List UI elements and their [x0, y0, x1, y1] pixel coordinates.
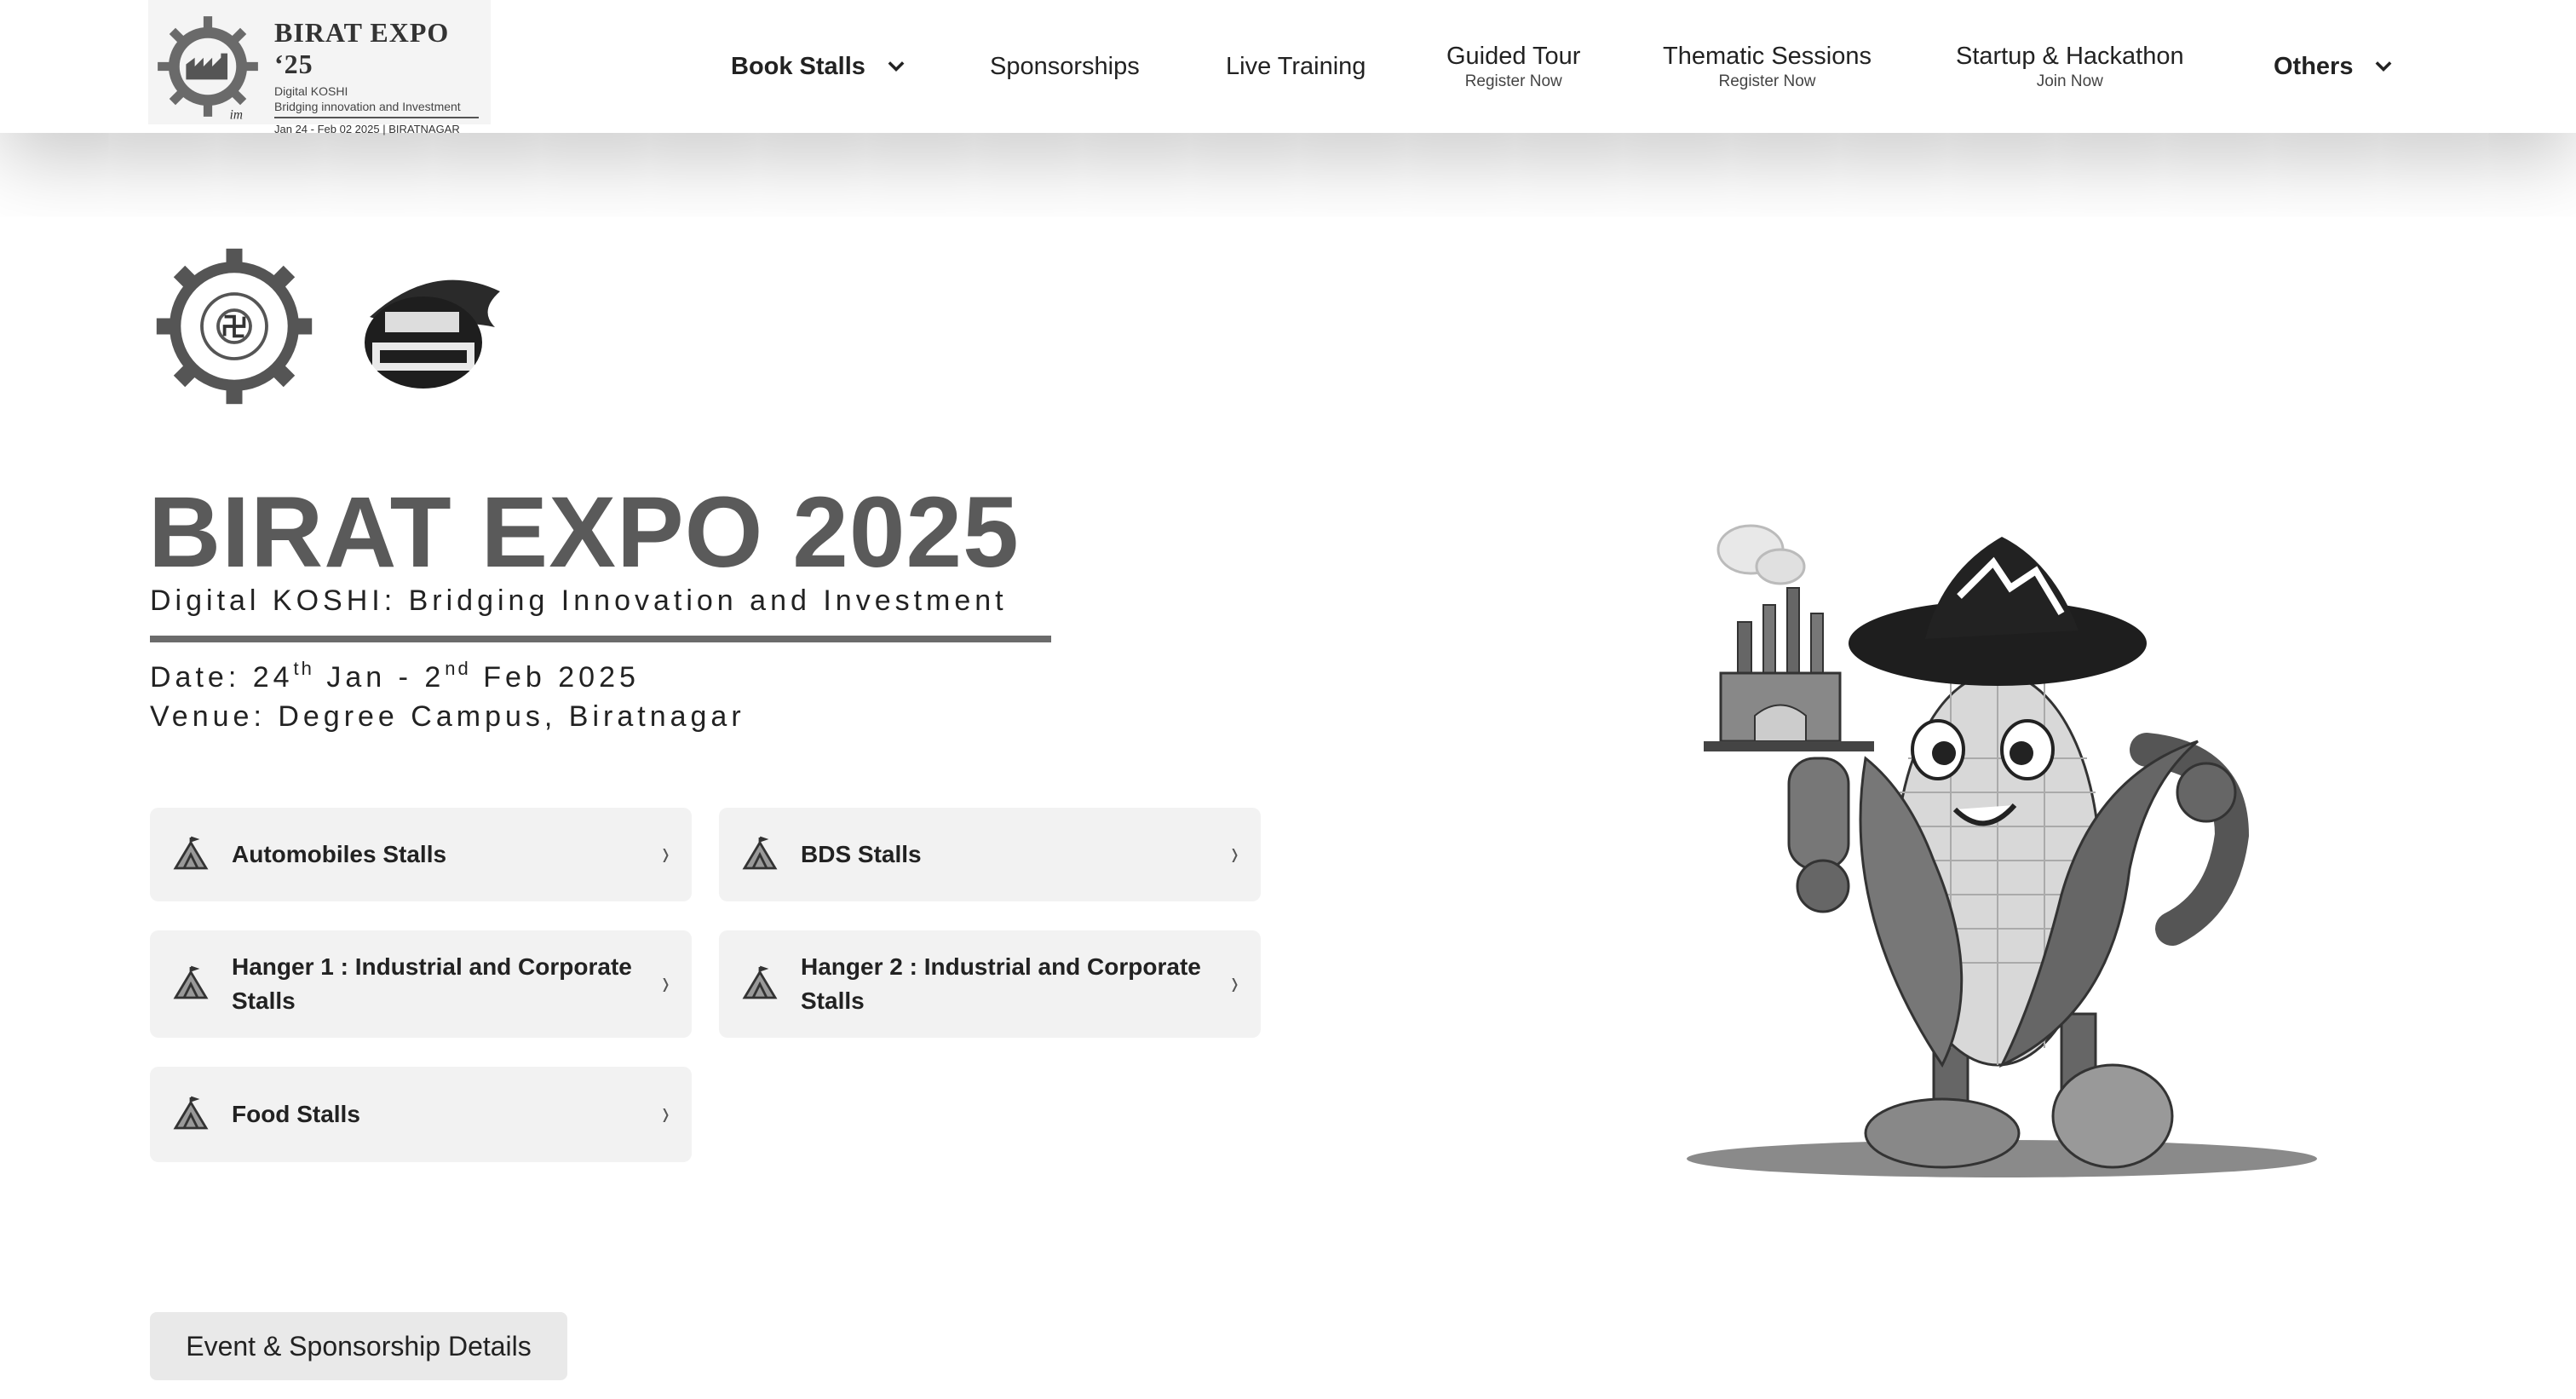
nav-others-label: Others [2274, 52, 2354, 80]
svg-text:im: im [230, 107, 243, 121]
logo-line2: Bridging innovation and Investment [274, 100, 461, 113]
stall-card-hanger-1[interactable]: Hanger 1 : Industrial and Corporate Stal… [150, 930, 692, 1038]
chevron-down-icon [2376, 61, 2392, 72]
event-date: Date: 24th Jan - 2nd Feb 2025 [150, 658, 640, 694]
stall-card-hanger-2[interactable]: Hanger 2 : Industrial and Corporate Stal… [719, 930, 1261, 1038]
nav-startup-label: Startup & Hackathon [1956, 42, 2184, 70]
date-sup-1: th [293, 658, 314, 679]
chevron-right-icon: ❭ [659, 848, 671, 862]
chevron-right-icon: ❭ [659, 977, 671, 992]
logo-line1: Digital KOSHI [274, 84, 348, 98]
stall-card-label: Automobiles Stalls [232, 841, 447, 867]
nav-others[interactable]: Others [2274, 0, 2395, 133]
nav-sponsorships-label: Sponsorships [990, 52, 1140, 80]
chevron-right-icon: ❭ [659, 1108, 671, 1122]
nav-guided-tour[interactable]: Guided Tour Register Now [1446, 0, 1580, 133]
nav-live-training-label: Live Training [1226, 52, 1366, 80]
page-subtitle: Digital KOSHI: Bridging Innovation and I… [150, 584, 1008, 617]
title-divider [150, 636, 1051, 642]
nav-guided-tour-label: Guided Tour [1446, 42, 1581, 70]
logo-divider [274, 117, 479, 118]
factory-icon [1704, 524, 1874, 751]
nav-book-stalls-label: Book Stalls [731, 52, 865, 80]
date-mid: Jan - 2 [313, 661, 446, 694]
gear-logo-icon: im [158, 16, 258, 121]
chevron-down-icon [888, 61, 905, 72]
tent-icon [742, 836, 778, 870]
event-sponsorship-details-button[interactable]: Event & Sponsorship Details [150, 1312, 567, 1380]
stall-card-label: Hanger 2 : Industrial and Corporate Stal… [801, 953, 1201, 1014]
logo-title: BIRAT EXPO ‘25 [274, 17, 450, 79]
nav-startup-sub: Join Now [2036, 72, 2103, 90]
nav-thematic-sessions[interactable]: Thematic Sessions Register Now [1663, 0, 1872, 133]
chamber-of-industries-logo [156, 248, 313, 405]
page-title: BIRAT EXPO 2025 [148, 476, 1020, 589]
tent-icon [173, 836, 209, 870]
tent-icon [173, 965, 209, 999]
stall-card-label: Hanger 1 : Industrial and Corporate Stal… [232, 953, 632, 1014]
nav-guided-tour-sub: Register Now [1464, 72, 1562, 90]
stall-card-bds[interactable]: BDS Stalls ❭ [719, 808, 1261, 901]
stall-card-food[interactable]: Food Stalls ❭ [150, 1067, 692, 1162]
nav-startup-hackathon[interactable]: Startup & Hackathon Join Now [1956, 0, 2184, 133]
nav-live-training[interactable]: Live Training [1226, 0, 1366, 133]
logo-text: BIRAT EXPO ‘25 Digital KOSHI Bridging in… [274, 17, 491, 135]
nav-book-stalls[interactable]: Book Stalls [731, 0, 908, 133]
chevron-right-icon: ❭ [1228, 848, 1240, 862]
event-venue: Venue: Degree Campus, Biratnagar [150, 700, 745, 733]
chevron-right-icon: ❭ [1228, 977, 1240, 992]
date-suffix: Feb 2025 [470, 661, 640, 694]
mero-desh-mero-utpadan-logo [365, 279, 500, 389]
stall-card-automobiles[interactable]: Automobiles Stalls ❭ [150, 808, 692, 901]
corn-robot-mascot-illustration [1687, 524, 2317, 1177]
site-logo[interactable]: im BIRAT EXPO ‘25 Digital KOSHI Bridging… [148, 0, 491, 135]
nav-thematic-sessions-label: Thematic Sessions [1663, 42, 1872, 70]
date-sup-2: nd [445, 658, 471, 679]
nav-thematic-sessions-sub: Register Now [1718, 72, 1816, 90]
stall-card-label: BDS Stalls [801, 841, 922, 867]
date-prefix: Date: 24 [150, 661, 294, 694]
nav-sponsorships[interactable]: Sponsorships [990, 0, 1140, 133]
tent-icon [742, 965, 778, 999]
stall-card-label: Food Stalls [232, 1101, 360, 1127]
logo-dates: Jan 24 - Feb 02 2025 | BIRATNAGAR [274, 123, 460, 135]
site-header: im BIRAT EXPO ‘25 Digital KOSHI Bridging… [0, 0, 2576, 135]
tent-icon [173, 1096, 209, 1130]
